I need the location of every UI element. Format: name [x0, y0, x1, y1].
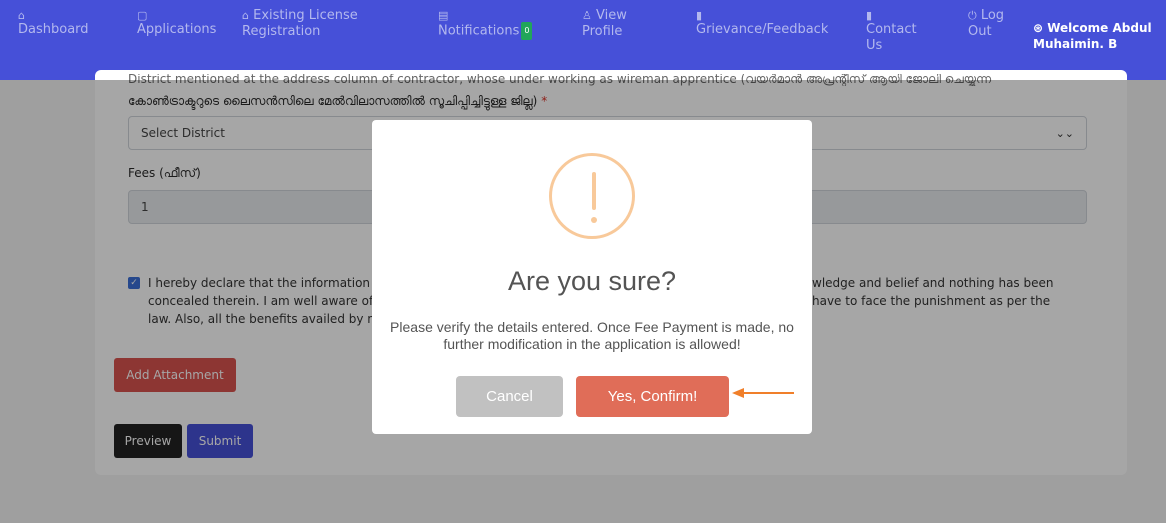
nav-label: Notifications — [438, 23, 520, 39]
nav-label: Existing License Registration — [242, 8, 358, 39]
nav-label: Applications — [137, 22, 217, 37]
warning-icon-bar — [592, 172, 596, 210]
nav-label: Grievance/Feedback — [696, 22, 829, 37]
warning-icon — [549, 153, 635, 239]
nav-label: Contact Us — [866, 22, 917, 53]
notification-count-badge: 0 — [521, 22, 533, 40]
logout-icon: ⏻ — [968, 9, 977, 22]
nav-view-profile[interactable]: ♙ View Profile — [582, 8, 642, 40]
nav-label: Dashboard — [18, 22, 89, 37]
nav-contact-us[interactable]: ▮ Contact Us — [866, 8, 926, 54]
confirm-button[interactable]: Yes, Confirm! — [576, 376, 729, 417]
warning-icon-dot — [591, 217, 597, 223]
grievance-icon: ▮ — [696, 9, 703, 22]
dialog-title: Are you sure? — [507, 266, 677, 296]
applications-icon: ▢ — [137, 9, 148, 22]
top-navbar: ⌂ Dashboard ▢ Applications ⌂ Existing Li… — [0, 0, 1166, 80]
notifications-icon: ▤ — [438, 9, 449, 22]
welcome-user[interactable]: ⊛ Welcome Abdul Muhaimin. B — [1033, 20, 1163, 52]
annotation-arrow-icon — [732, 388, 794, 398]
welcome-text: Welcome Abdul Muhaimin. B — [1033, 21, 1152, 51]
nav-existing-license[interactable]: ⌂ Existing License Registration — [242, 8, 392, 40]
nav-dashboard[interactable]: ⌂ Dashboard — [18, 8, 89, 38]
home-icon: ⌂ — [18, 9, 25, 22]
nav-logout[interactable]: ⏻ Log Out — [968, 8, 1008, 40]
nav-applications[interactable]: ▢ Applications — [137, 8, 216, 38]
contact-icon: ▮ — [866, 9, 873, 22]
nav-grievance[interactable]: ▮ Grievance/Feedback — [696, 8, 828, 38]
nav-notifications[interactable]: ▤ Notifications 0 — [438, 8, 533, 40]
dialog-message: Please verify the details entered. Once … — [390, 319, 794, 352]
user-icon: ⊛ — [1033, 21, 1048, 35]
cancel-button[interactable]: Cancel — [456, 376, 563, 417]
license-icon: ⌂ — [242, 9, 249, 22]
profile-icon: ♙ — [582, 9, 592, 22]
